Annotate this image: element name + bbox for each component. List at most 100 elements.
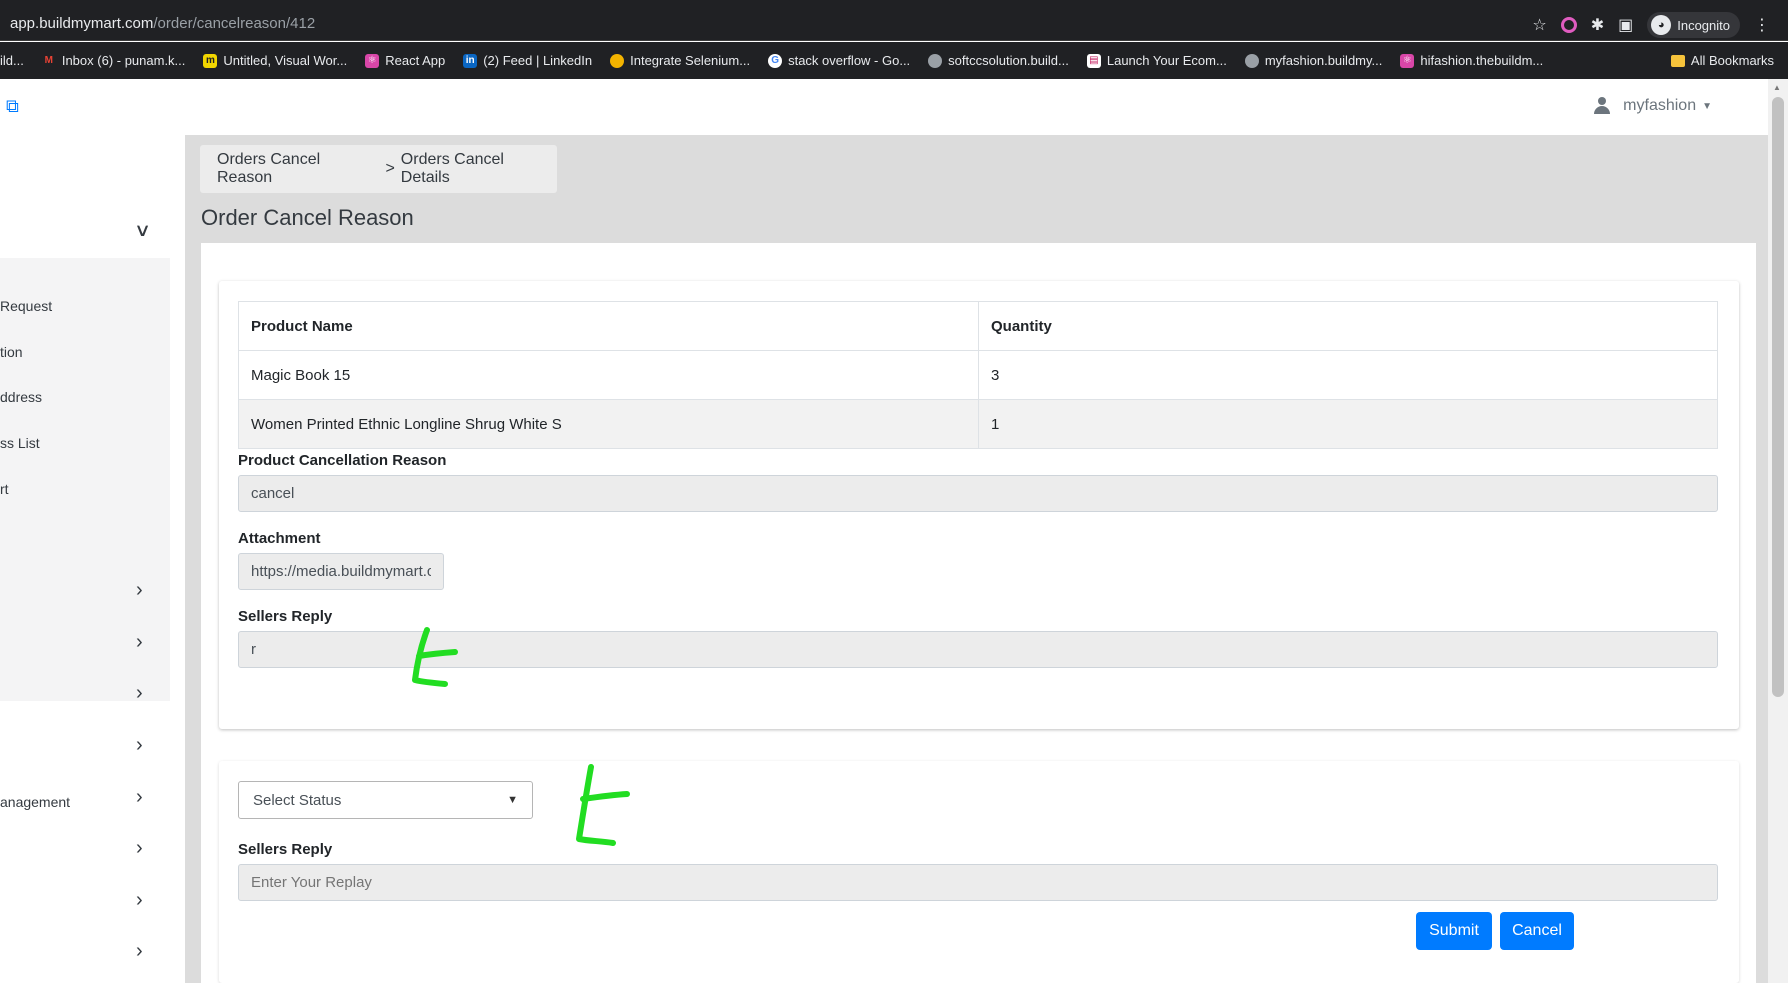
bookmark-item[interactable]: Integrate Selenium... <box>610 53 750 68</box>
bookmark-item[interactable]: in (2) Feed | LinkedIn <box>463 53 592 68</box>
bookmark-item[interactable]: ⚛ hifashion.thebuildm... <box>1400 53 1543 68</box>
status-reply-card: Select Status ▼ Sellers Reply Submit Can… <box>219 761 1739 983</box>
bookmark-label: Integrate Selenium... <box>630 53 751 68</box>
breadcrumb-orders-cancel-details: Orders Cancel Details <box>400 151 504 186</box>
sidebar-item-rt[interactable]: rt <box>0 481 9 497</box>
sidebar-submenu: Request tion ddress ss List rt <box>0 258 170 701</box>
breadcrumb-orders-cancel-reason[interactable]: Orders Cancel Reason <box>217 151 379 187</box>
chevron-right-icon[interactable]: › <box>136 579 143 602</box>
chevron-right-icon[interactable]: › <box>136 889 143 912</box>
bookmark-item[interactable]: m Untitled, Visual Wor... <box>203 53 347 68</box>
chevron-right-icon[interactable]: › <box>136 682 143 705</box>
gmail-icon: M <box>44 54 54 66</box>
scrollbar-thumb[interactable] <box>1772 97 1784 697</box>
app-header: ⧉ myfashion ▼ <box>0 79 1768 135</box>
chevron-right-icon[interactable]: › <box>136 734 143 757</box>
url-path: /order/cancelreason/412 <box>153 15 316 32</box>
submit-button[interactable]: Submit <box>1416 912 1492 950</box>
page-title: Order Cancel Reason <box>201 205 414 230</box>
bookmark-item[interactable]: myfashion.buildmy... <box>1244 53 1382 68</box>
sellers-reply-label: Sellers Reply <box>238 841 333 858</box>
external-link-icon[interactable]: ⧉ <box>6 96 19 117</box>
sellers-reply-input[interactable] <box>238 864 1718 901</box>
sellers-reply-readonly-label: Sellers Reply <box>238 608 333 625</box>
products-table: Product Name Quantity Magic Book 15 3 Wo… <box>238 301 1718 449</box>
breadcrumb-separator: > <box>385 160 395 177</box>
user-icon <box>1593 97 1611 115</box>
puzzle-icon[interactable]: ✱ <box>1591 15 1604 35</box>
table-header-row: Product Name Quantity <box>238 301 1718 351</box>
chevron-right-icon[interactable]: › <box>136 631 143 654</box>
main-content: Orders Cancel Reason > Orders Cancel Det… <box>185 135 1768 983</box>
incognito-label: Incognito <box>1677 17 1730 33</box>
folder-icon <box>1670 54 1685 67</box>
extension-ring-icon[interactable] <box>1560 17 1577 33</box>
browser-url-bar: app.buildmymart.com/order/cancelreason/4… <box>0 0 1788 41</box>
chevron-right-icon[interactable]: › <box>136 940 143 963</box>
url-host: app.buildmymart.com <box>10 15 154 32</box>
user-menu[interactable]: myfashion ▼ <box>1593 97 1712 115</box>
globe-icon <box>1244 53 1259 68</box>
status-select[interactable]: Select Status ▼ <box>238 781 533 819</box>
cancellation-reason-field <box>238 475 1718 512</box>
quantity-cell: 3 <box>978 350 1718 400</box>
bookmark-label: React App <box>385 53 446 68</box>
chevron-right-icon[interactable]: › <box>136 837 143 860</box>
bookmark-label: ild... <box>0 53 24 68</box>
bookmark-item[interactable]: ▤ Launch Your Ecom... <box>1086 53 1227 68</box>
chevron-down-icon[interactable]: ∨ <box>134 220 151 241</box>
bookmark-item[interactable]: ⚛ React App <box>365 53 445 68</box>
scroll-up-arrow-icon[interactable]: ▲ <box>1773 83 1781 92</box>
sidebar-item-tion[interactable]: tion <box>0 344 23 360</box>
bookmark-label: hifashion.thebuildm... <box>1420 53 1544 68</box>
incognito-icon: ◕ <box>1651 15 1672 35</box>
bookmark-label: Untitled, Visual Wor... <box>223 53 348 68</box>
table-row: Women Printed Ethnic Longline Shrug Whit… <box>238 399 1718 449</box>
attachment-field[interactable] <box>238 553 444 590</box>
product-name-cell: Magic Book 15 <box>238 350 979 400</box>
content-panel: Product Name Quantity Magic Book 15 3 Wo… <box>201 243 1756 983</box>
kebab-menu-icon[interactable]: ⋮ <box>1754 15 1770 35</box>
product-name-cell: Women Printed Ethnic Longline Shrug Whit… <box>238 399 979 449</box>
sidebar-item-list[interactable]: ss List <box>0 435 40 451</box>
bookmark-item[interactable]: softccsolution.build... <box>928 53 1069 68</box>
react-icon: ⚛ <box>1400 53 1415 68</box>
caret-down-icon: ▼ <box>1702 100 1712 112</box>
chevron-right-icon[interactable]: › <box>136 786 143 809</box>
bookmark-item[interactable]: M Inbox (6) - punam.k... <box>42 53 186 68</box>
cancel-details-card: Product Name Quantity Magic Book 15 3 Wo… <box>219 281 1739 729</box>
status-select-value: Select Status <box>253 791 342 809</box>
bookmark-label: Inbox (6) - punam.k... <box>61 53 186 68</box>
sidebar-item-management[interactable]: anagement <box>0 794 70 810</box>
sidebar-item-request[interactable]: Request <box>0 298 52 314</box>
incognito-badge[interactable]: ◕ Incognito <box>1647 12 1740 38</box>
react-icon: ⚛ <box>365 53 380 68</box>
table-row: Magic Book 15 3 <box>238 350 1718 400</box>
star-icon[interactable]: ☆ <box>1532 15 1546 35</box>
green-arrow-annotation <box>412 627 458 687</box>
sidebar: ∨ Request tion ddress ss List rt › › › ›… <box>0 135 185 983</box>
cancel-button[interactable]: Cancel <box>1500 912 1574 950</box>
page-scrollbar[interactable]: ▲ <box>1768 79 1788 983</box>
column-header-product-name: Product Name <box>238 301 979 351</box>
browser-toolbar-icons: ☆ ✱ ▣ ◕ Incognito ⋮ <box>1532 12 1770 38</box>
cancellation-reason-label: Product Cancellation Reason <box>238 452 447 469</box>
green-arrow-annotation <box>576 764 630 846</box>
address-bar[interactable]: app.buildmymart.com/order/cancelreason/4… <box>10 15 315 32</box>
username: myfashion <box>1623 97 1697 114</box>
selenium-icon <box>610 53 625 68</box>
attachment-label: Attachment <box>238 530 321 547</box>
sidepanel-icon[interactable]: ▣ <box>1618 15 1633 35</box>
sidebar-item-address[interactable]: ddress <box>0 389 42 405</box>
bookmark-label: (2) Feed | LinkedIn <box>483 53 593 68</box>
bookmark-label: Launch Your Ecom... <box>1106 53 1227 68</box>
bookmark-item[interactable]: ild... <box>0 53 24 68</box>
quantity-cell: 1 <box>978 399 1718 449</box>
bookmarks-bar: ild... M Inbox (6) - punam.k... m Untitled… <box>0 42 1788 79</box>
bookmark-item[interactable]: Gstack overflow - Go... <box>768 53 910 68</box>
all-bookmarks[interactable]: All Bookmarks <box>1670 53 1774 68</box>
bookmark-label: stack overflow - Go... <box>788 53 911 68</box>
google-icon: G <box>768 53 783 68</box>
all-bookmarks-label: All Bookmarks <box>1690 53 1774 68</box>
miro-icon: m <box>203 53 218 68</box>
